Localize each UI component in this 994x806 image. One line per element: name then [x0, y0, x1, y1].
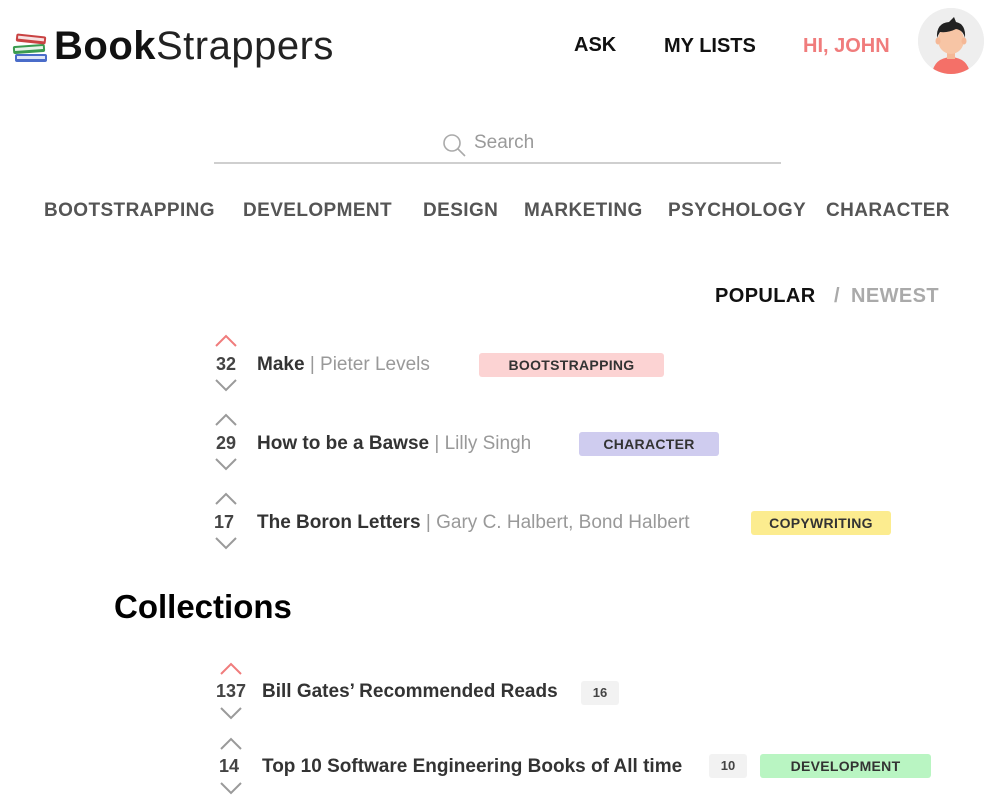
category-bootstrapping[interactable]: BOOTSTRAPPING: [44, 200, 215, 222]
brand-name: BookStrappers: [54, 24, 334, 68]
search-input[interactable]: [474, 132, 774, 154]
category-tag[interactable]: COPYWRITING: [751, 511, 891, 535]
book-title[interactable]: The Boron Letters | Gary C. Halbert, Bon…: [257, 512, 690, 534]
book-row: 29 How to be a Bawse | Lilly Singh CHARA…: [0, 411, 994, 481]
chevron-down-icon[interactable]: [219, 781, 243, 795]
book-author: | Pieter Levels: [309, 354, 430, 375]
vote-count: 137: [215, 681, 247, 701]
sort-separator: /: [834, 285, 840, 307]
books-stack-icon: [12, 26, 50, 66]
book-title[interactable]: How to be a Bawse | Lilly Singh: [257, 433, 531, 455]
collection-row: 14 Top 10 Software Engineering Books of …: [0, 735, 994, 805]
sort-popular-tab[interactable]: POPULAR: [715, 285, 816, 308]
chevron-up-icon[interactable]: [219, 662, 243, 676]
vote-count: 17: [213, 512, 235, 532]
chevron-up-icon[interactable]: [214, 492, 238, 506]
chevron-down-icon[interactable]: [214, 457, 238, 471]
book-row: 17 The Boron Letters | Gary C. Halbert, …: [0, 490, 994, 560]
book-row: 32 Make | Pieter Levels BOOTSTRAPPING: [0, 332, 994, 402]
category-tag[interactable]: DEVELOPMENT: [760, 754, 931, 778]
nav-ask-link[interactable]: ASK: [574, 34, 616, 57]
chevron-up-icon[interactable]: [219, 737, 243, 751]
book-count-badge: 16: [581, 681, 619, 705]
user-avatar-icon[interactable]: [918, 8, 984, 74]
category-design[interactable]: DESIGN: [423, 200, 498, 222]
vote-count: 14: [218, 756, 240, 776]
chevron-down-icon[interactable]: [214, 536, 238, 550]
collection-row: 137 Bill Gates’ Recommended Reads 16: [0, 660, 994, 730]
category-character[interactable]: CHARACTER: [826, 200, 950, 222]
category-development[interactable]: DEVELOPMENT: [243, 200, 392, 222]
category-nav: BOOTSTRAPPING DEVELOPMENT DESIGN MARKETI…: [0, 200, 994, 224]
category-marketing[interactable]: MARKETING: [524, 200, 643, 222]
book-author: | Lilly Singh: [434, 433, 532, 454]
book-author: | Gary C. Halbert, Bond Halbert: [425, 512, 690, 533]
collections-heading: Collections: [114, 588, 292, 625]
collection-title[interactable]: Top 10 Software Engineering Books of All…: [262, 756, 682, 778]
vote-count: 32: [215, 354, 237, 374]
nav-my-lists-link[interactable]: MY LISTS: [664, 35, 756, 58]
vote-count: 29: [215, 433, 237, 453]
magnifier-icon[interactable]: [442, 133, 466, 162]
book-title[interactable]: Make | Pieter Levels: [257, 354, 430, 376]
sort-newest-tab[interactable]: NEWEST: [851, 285, 939, 308]
brand-logo[interactable]: BookStrappers: [12, 22, 334, 70]
category-tag[interactable]: BOOTSTRAPPING: [479, 353, 664, 377]
chevron-down-icon[interactable]: [214, 378, 238, 392]
chevron-up-icon[interactable]: [214, 413, 238, 427]
search-bar[interactable]: [214, 128, 781, 164]
category-psychology[interactable]: PSYCHOLOGY: [668, 200, 806, 222]
collection-title[interactable]: Bill Gates’ Recommended Reads: [262, 681, 558, 703]
book-count-badge: 10: [709, 754, 747, 778]
user-greeting-link[interactable]: HI, JOHN: [803, 35, 890, 58]
chevron-up-icon[interactable]: [214, 334, 238, 348]
chevron-down-icon[interactable]: [219, 706, 243, 720]
category-tag[interactable]: CHARACTER: [579, 432, 719, 456]
